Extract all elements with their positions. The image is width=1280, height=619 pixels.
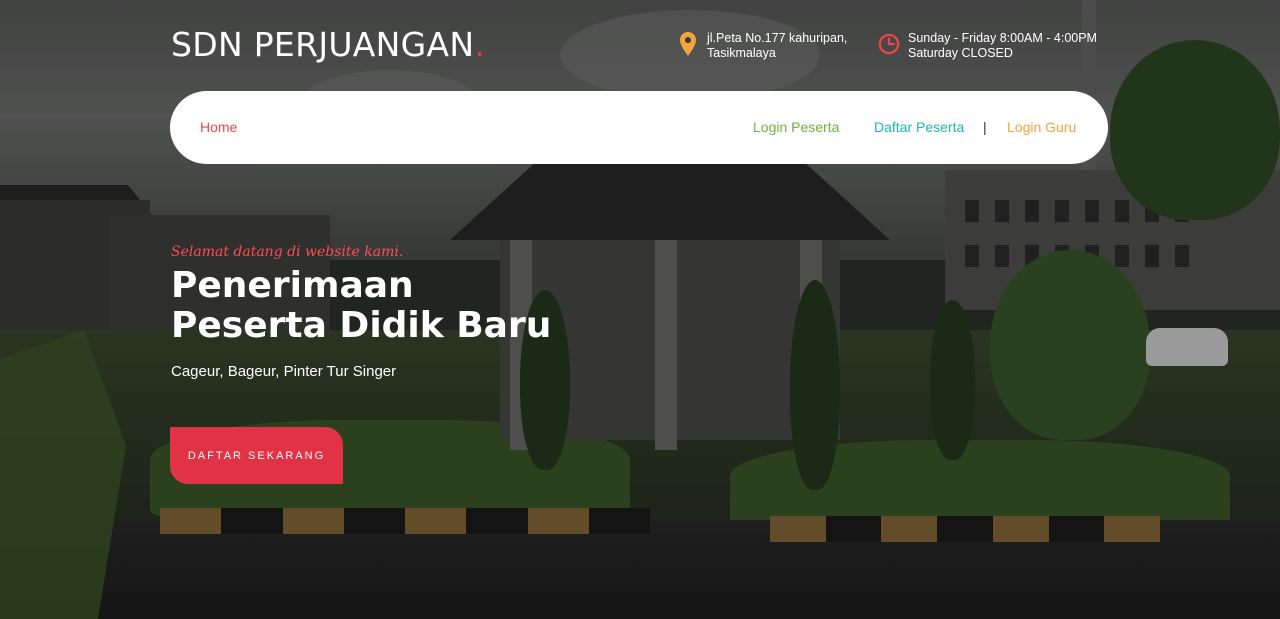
- hero-subtitle: Cageur, Bageur, Pinter Tur Singer: [171, 363, 397, 380]
- hero-title: Penerimaan Peserta Didik Baru: [171, 266, 551, 346]
- nav-login-guru[interactable]: Login Guru: [1007, 119, 1076, 135]
- hours-info: Sunday - Friday 8:00AM - 4:00PM Saturday…: [878, 31, 1097, 61]
- address-line1: jl.Peta No.177 kahuripan,: [707, 31, 848, 45]
- hero-title-line1: Penerimaan: [171, 265, 414, 306]
- nav-login-peserta[interactable]: Login Peserta: [753, 119, 839, 135]
- nav-daftar-peserta[interactable]: Daftar Peserta: [874, 119, 964, 135]
- welcome-text: Selamat datang di website kami.: [171, 244, 404, 260]
- hero-title-line2: Peserta Didik Baru: [171, 305, 552, 346]
- daftar-sekarang-button[interactable]: DAFTAR SEKARANG: [170, 427, 343, 484]
- address-line2: Tasikmalaya: [707, 46, 776, 60]
- logo-dot: .: [474, 25, 486, 64]
- site-logo[interactable]: SDN PERJUANGAN.: [171, 25, 485, 64]
- main-nav: Home Login Peserta Daftar Peserta | Logi…: [170, 91, 1108, 164]
- hours-line1: Sunday - Friday 8:00AM - 4:00PM: [908, 31, 1097, 45]
- site-name: SDN PERJUANGAN: [171, 25, 475, 64]
- map-pin-icon: [677, 31, 699, 57]
- nav-separator: |: [983, 119, 987, 135]
- address-info: jl.Peta No.177 kahuripan, Tasikmalaya: [677, 31, 847, 61]
- nav-home[interactable]: Home: [200, 119, 237, 135]
- hours-line2: Saturday CLOSED: [908, 46, 1013, 60]
- clock-icon: [878, 31, 900, 57]
